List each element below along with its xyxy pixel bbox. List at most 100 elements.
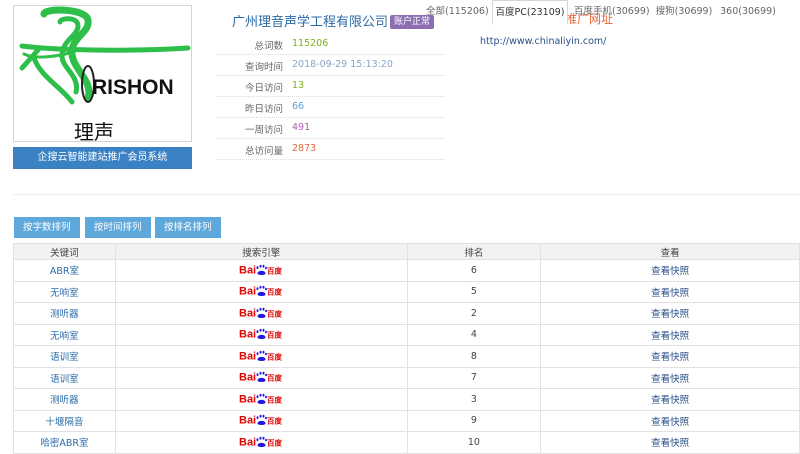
rank-cell: 5 [406,280,542,303]
stat-label: 总访问量 [244,146,283,157]
table-row: 语训室 Bai 百度 8 查看快照 [13,345,800,368]
stat-row: 今日访问 13 [217,76,445,97]
stat-value: 13 [292,80,305,91]
engine-cell: Bai 百度 [114,280,408,303]
sort-by-time-button[interactable]: 按时间排列 [85,217,151,238]
tab-sogou[interactable]: 搜狗(30699) [654,0,714,25]
rank-cell: 9 [406,409,542,432]
svg-text:Bai: Bai [239,372,256,384]
keyword-cell[interactable]: 十堰隔音 [13,409,116,432]
stat-label: 查询时间 [244,62,283,73]
keyword-cell[interactable]: 无响室 [13,280,116,303]
engine-cell: Bai 百度 [114,345,408,368]
promo-url-link[interactable]: http://www.chinaliyin.com/ [480,36,606,47]
svg-text:Bai: Bai [239,393,256,405]
svg-text:Bai: Bai [239,436,256,448]
table-row: 无响室 Bai 百度 4 查看快照 [13,323,800,346]
stat-row: 一周访问 491 [217,118,445,139]
baidu-logo-icon: Bai 百度 [239,411,283,430]
member-system-banner[interactable]: 企搜云智能建站推广会员系统 [13,147,192,169]
tab-360[interactable]: 360(30699) [720,0,776,25]
table-header-row: 关键词 搜索引擎 排名 查看 [13,243,800,260]
table-row: 测听器 Bai 百度 3 查看快照 [13,388,800,411]
baidu-logo-icon: Bai 百度 [239,304,283,323]
section-divider [13,194,800,195]
table-row: 语训室 Bai 百度 7 查看快照 [13,366,800,389]
header-engine: 搜索引擎 [114,243,408,260]
logo-brand-chinese: 理声 [74,120,114,141]
stat-row: 昨日访问 66 [217,97,445,118]
stat-row: 查询时间 2018-09-29 15:13:20 [217,55,445,76]
keyword-cell[interactable]: 语训室 [13,345,116,368]
keyword-cell[interactable]: 无响室 [13,323,116,346]
baidu-logo-icon: Bai 百度 [239,261,283,280]
keyword-cell[interactable]: 测听器 [13,388,116,411]
view-snapshot-link[interactable]: 查看快照 [540,302,800,325]
sort-by-rank-button[interactable]: 按排名排列 [155,217,221,238]
svg-text:Bai: Bai [239,286,256,298]
view-snapshot-link[interactable]: 查看快照 [540,323,800,346]
svg-text:百度: 百度 [267,437,282,447]
view-snapshot-link[interactable]: 查看快照 [540,259,800,282]
baidu-logo-icon: Bai 百度 [239,282,283,301]
keyword-cell[interactable]: 测听器 [13,302,116,325]
table-row: 测听器 Bai 百度 2 查看快照 [13,302,800,325]
view-snapshot-link[interactable]: 查看快照 [540,280,800,303]
view-snapshot-link[interactable]: 查看快照 [540,345,800,368]
keyword-cell[interactable]: 哈密ABR室 [13,431,116,454]
rank-cell: 8 [406,345,542,368]
engine-cell: Bai 百度 [114,366,408,389]
baidu-logo-icon: Bai 百度 [239,368,283,387]
baidu-logo-icon: Bai 百度 [239,390,283,409]
stat-row: 总访问量 2873 [217,139,445,160]
table-row: 哈密ABR室 Bai 百度 10 查看快照 [13,431,800,454]
table-row: 十堰隔音 Bai 百度 9 查看快照 [13,409,800,432]
header-keyword: 关键词 [13,243,116,260]
rank-cell: 7 [406,366,542,389]
svg-text:百度: 百度 [267,351,282,361]
keyword-cell[interactable]: ABR室 [13,259,116,282]
rank-cell: 2 [406,302,542,325]
svg-text:百度: 百度 [267,330,282,340]
header-view: 查看 [540,243,800,260]
logo-brand-text: RISHON [92,76,174,99]
view-snapshot-link[interactable]: 查看快照 [540,366,800,389]
stat-value: 2018-09-29 15:13:20 [292,59,393,70]
tab-baidu-mobile[interactable]: 百度手机(30699) [574,0,650,25]
view-snapshot-link[interactable]: 查看快照 [540,431,800,454]
baidu-logo-icon: Bai 百度 [239,325,283,344]
table-row: 无响室 Bai 百度 5 查看快照 [13,280,800,303]
stat-value: 66 [292,101,305,112]
tab-all[interactable]: 全部(115206) [426,0,489,25]
company-name: 广州理音声学工程有限公司 账户正常 [232,11,435,30]
tab-baidu-pc[interactable]: 百度PC(23109) [492,0,568,25]
rank-cell: 6 [406,259,542,282]
svg-text:Bai: Bai [239,264,256,276]
stat-row: 总词数 115206 [217,34,445,55]
rank-cell: 3 [406,388,542,411]
engine-cell: Bai 百度 [114,323,408,346]
engine-cell: Bai 百度 [114,302,408,325]
svg-text:Bai: Bai [239,329,256,341]
svg-text:百度: 百度 [267,308,282,318]
stat-label: 今日访问 [244,83,283,94]
company-name-text: 广州理音声学工程有限公司 [232,15,389,30]
view-snapshot-link[interactable]: 查看快照 [540,409,800,432]
engine-cell: Bai 百度 [114,388,408,411]
engine-cell: Bai 百度 [114,409,408,432]
svg-text:Bai: Bai [239,415,256,427]
stat-value: 2873 [292,143,317,154]
engine-cell: Bai 百度 [114,259,408,282]
rank-cell: 10 [406,431,542,454]
stat-value: 115206 [292,38,329,49]
keyword-cell[interactable]: 语训室 [13,366,116,389]
table-row: ABR室 Bai 百度 6 查看快照 [13,259,800,282]
stat-label: 昨日访问 [244,104,283,115]
view-snapshot-link[interactable]: 查看快照 [540,388,800,411]
svg-text:Bai: Bai [239,350,256,362]
stats-panel: 总词数 115206 查询时间 2018-09-29 15:13:20 今日访问 13 昨日… [217,34,445,160]
svg-text:百度: 百度 [267,287,282,297]
engine-cell: Bai 百度 [114,431,408,454]
sort-by-length-button[interactable]: 按字数排列 [14,217,80,238]
svg-text:百度: 百度 [267,394,282,404]
